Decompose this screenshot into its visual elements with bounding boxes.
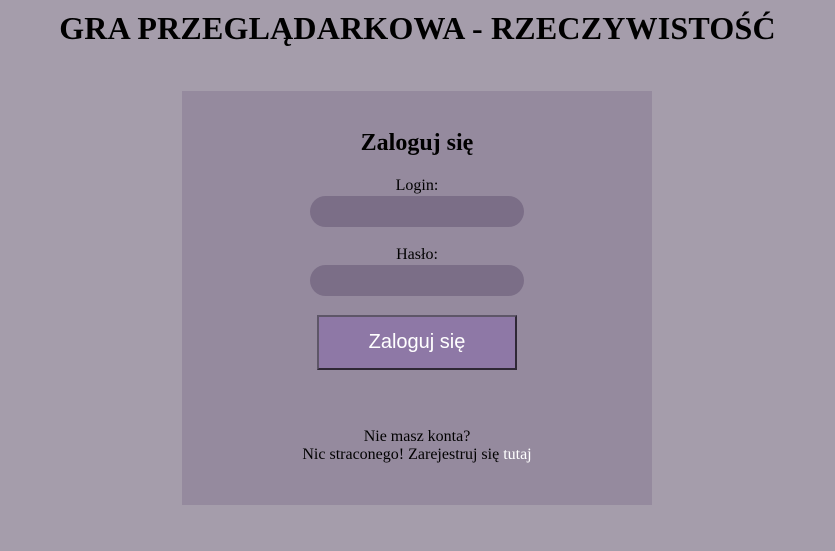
- register-prompt: Nic straconego! Zarejestruj się: [302, 446, 500, 463]
- login-submit-button[interactable]: Zaloguj się: [317, 315, 517, 370]
- register-question: Nie masz konta?: [363, 428, 471, 445]
- login-label: Login:: [395, 177, 439, 194]
- site-title: GRA PRZEGLĄDARKOWA - RZECZYWISTOŚĆ: [59, 10, 776, 46]
- password-input[interactable]: [310, 265, 524, 296]
- login-form-title: Zaloguj się: [360, 130, 474, 156]
- password-label: Hasło:: [396, 246, 438, 263]
- register-prompt-line: Nic straconego! Zarejestruj się tutaj: [182, 446, 652, 464]
- register-link[interactable]: tutaj: [503, 446, 531, 463]
- register-info: Nie masz konta? Nic straconego! Zarejest…: [182, 428, 652, 464]
- login-input[interactable]: [310, 196, 524, 227]
